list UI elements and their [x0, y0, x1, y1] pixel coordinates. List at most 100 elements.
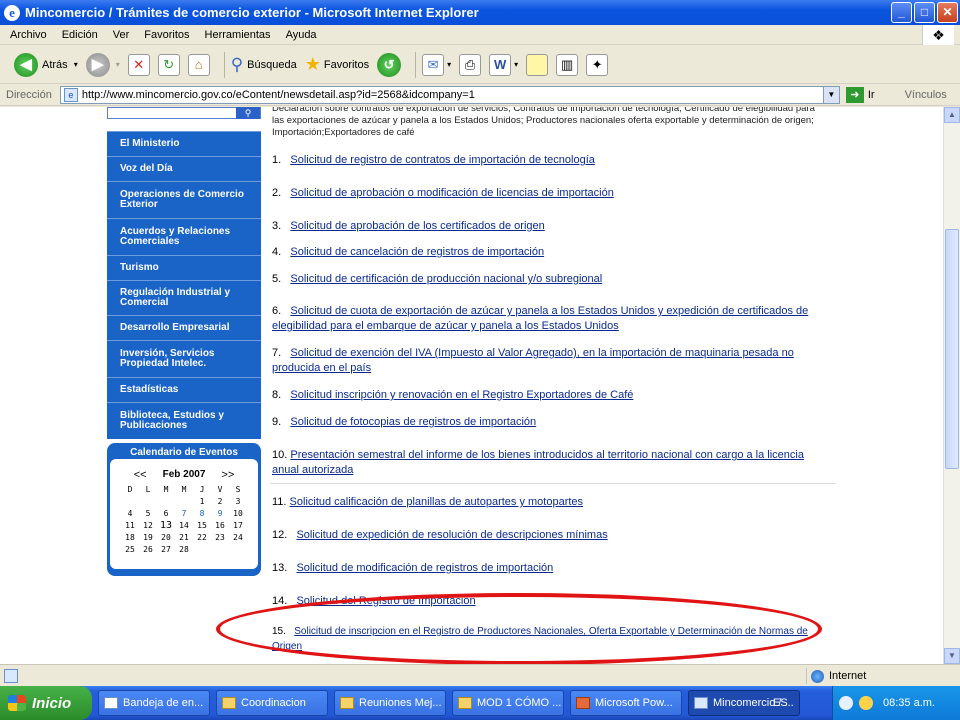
calendar-next-button[interactable]: >> — [221, 469, 234, 481]
nav-turismo[interactable]: Turismo — [107, 255, 261, 280]
start-button[interactable]: Inicio — [0, 686, 92, 720]
scroll-down-icon[interactable]: ▼ — [944, 648, 960, 664]
back-button[interactable]: ◀ Atrás ▾ — [14, 52, 78, 77]
calendar-day[interactable]: 19 — [139, 531, 157, 543]
close-button[interactable]: ✕ — [937, 2, 958, 23]
minimize-button[interactable]: _ — [891, 2, 912, 23]
calendar-day[interactable]: 14 — [175, 519, 193, 531]
item-link[interactable]: Solicitud de fotocopias de registros de … — [290, 416, 536, 428]
item-link[interactable]: Solicitud calificación de planillas de a… — [290, 496, 584, 508]
nav-regulacion-industrial[interactable]: Regulación Industrial y Comercial — [107, 280, 261, 315]
menu-favoritos[interactable]: Favoritos — [144, 29, 189, 41]
task-mod1[interactable]: MOD 1 CÓMO ... — [452, 690, 564, 716]
calendar-day-event[interactable]: 8 — [193, 507, 211, 519]
address-dropdown-icon[interactable]: ▼ — [822, 87, 839, 103]
menu-herramientas[interactable]: Herramientas — [205, 29, 271, 41]
calendar-day[interactable]: 3 — [229, 495, 247, 507]
forward-button[interactable]: ▶ ▾ — [85, 52, 120, 77]
back-dropdown-icon[interactable]: ▾ — [74, 60, 78, 69]
address-url[interactable]: http://www.mincomercio.gov.co/eContent/n… — [82, 89, 475, 101]
task-powerpoint[interactable]: Microsoft Pow... — [570, 690, 682, 716]
calendar-day[interactable]: 28 — [175, 543, 193, 555]
calendar-day-event[interactable]: 9 — [211, 507, 229, 519]
forward-dropdown-icon[interactable]: ▾ — [116, 60, 120, 69]
tray-network-icon[interactable] — [839, 696, 853, 710]
calendar-day[interactable]: 6 — [157, 507, 175, 519]
favorites-button[interactable]: ★ Favoritos — [305, 54, 369, 75]
calendar-day[interactable]: 27 — [157, 543, 175, 555]
history-button[interactable]: ↺ — [377, 52, 402, 77]
item-link[interactable]: Solicitud de aprobación o modificación d… — [290, 187, 613, 199]
site-search-input[interactable]: ⚲ — [107, 107, 261, 119]
calendar-day[interactable]: 20 — [157, 531, 175, 543]
item-link[interactable]: Solicitud de exención del IVA (Impuesto … — [272, 347, 794, 374]
task-reuniones[interactable]: Reuniones Mej... — [334, 690, 446, 716]
home-button[interactable]: ⌂ — [187, 53, 210, 76]
calendar-day[interactable]: 17 — [229, 519, 247, 531]
nav-operaciones-comercio-exterior[interactable]: Operaciones de Comercio Exterior — [107, 181, 261, 218]
item-link[interactable]: Solicitud de modificación de registros d… — [296, 562, 553, 574]
nav-acuerdos-relaciones[interactable]: Acuerdos y Relaciones Comerciales — [107, 218, 261, 255]
language-indicator[interactable]: ES — [773, 697, 788, 709]
nav-desarrollo-empresarial[interactable]: Desarrollo Empresarial — [107, 315, 261, 340]
edit-button[interactable]: W ▾ — [489, 53, 518, 76]
calendar-day[interactable]: 10 — [229, 507, 247, 519]
item-link[interactable]: Solicitud de registro de contratos de im… — [290, 154, 595, 166]
address-input[interactable]: e http://www.mincomercio.gov.co/eContent… — [59, 86, 840, 104]
calendar-day[interactable]: 26 — [139, 543, 157, 555]
calendar-day[interactable]: 23 — [211, 531, 229, 543]
calendar-day[interactable]: 1 — [193, 495, 211, 507]
tray-volume-icon[interactable] — [859, 696, 873, 710]
calendar-day[interactable]: 25 — [121, 543, 139, 555]
task-coordinacion[interactable]: Coordinacion — [216, 690, 328, 716]
scroll-thumb[interactable] — [945, 229, 959, 469]
menu-archivo[interactable]: Archivo — [10, 29, 47, 41]
item-link[interactable]: Solicitud de aprobación de los certifica… — [290, 220, 544, 232]
nav-el-ministerio[interactable]: El Ministerio — [107, 131, 261, 156]
maximize-button[interactable]: □ — [914, 2, 935, 23]
calendar-day[interactable]: 11 — [121, 519, 139, 531]
links-label[interactable]: Vínculos — [905, 89, 947, 101]
calendar-day-today[interactable]: 13 — [157, 519, 175, 531]
task-bandeja[interactable]: Bandeja de en... — [98, 690, 210, 716]
calendar-day-event[interactable]: 7 — [175, 507, 193, 519]
title-bar[interactable]: e Mincomercio / Trámites de comercio ext… — [0, 0, 960, 25]
stop-button[interactable]: ✕ — [127, 53, 150, 76]
vertical-scrollbar[interactable]: ▲ ▼ — [943, 107, 960, 664]
item-link[interactable]: Solicitud de expedición de resolución de… — [296, 529, 607, 541]
nav-inversion-servicios[interactable]: Inversión, Servicios Propiedad Intelec. — [107, 340, 261, 377]
calendar-day[interactable]: 12 — [139, 519, 157, 531]
calendar-day[interactable]: 21 — [175, 531, 193, 543]
research-button[interactable]: ▥ — [556, 53, 579, 76]
go-button[interactable]: ➜ Ir — [845, 87, 875, 103]
calendar-day[interactable]: 5 — [139, 507, 157, 519]
item-link[interactable]: Presentación semestral del informe de lo… — [272, 449, 804, 476]
discuss-button[interactable] — [526, 53, 549, 76]
messenger-button[interactable]: ✦ — [586, 53, 609, 76]
calendar-day[interactable]: 2 — [211, 495, 229, 507]
item-link[interactable]: Solicitud inscripción y renovación en el… — [290, 389, 633, 401]
calendar-day[interactable]: 15 — [193, 519, 211, 531]
calendar-day[interactable]: 24 — [229, 531, 247, 543]
menu-edicion[interactable]: Edición — [62, 29, 98, 41]
menu-ver[interactable]: Ver — [113, 29, 130, 41]
menu-ayuda[interactable]: Ayuda — [286, 29, 317, 41]
print-icon: ⎙ — [459, 53, 482, 76]
mail-button[interactable]: ✉ ▾ — [422, 53, 451, 76]
calendar-day[interactable]: 16 — [211, 519, 229, 531]
nav-estadisticas[interactable]: Estadísticas — [107, 377, 261, 402]
calendar-day[interactable]: 22 — [193, 531, 211, 543]
item-link[interactable]: Solicitud de certificación de producción… — [290, 273, 602, 285]
calendar-day[interactable]: 4 — [121, 507, 139, 519]
scroll-up-icon[interactable]: ▲ — [944, 107, 960, 123]
calendar-day[interactable]: 18 — [121, 531, 139, 543]
refresh-button[interactable]: ↻ — [157, 53, 180, 76]
nav-biblioteca[interactable]: Biblioteca, Estudios y Publicaciones — [107, 402, 261, 439]
item-link[interactable]: Solicitud de cuota de exportación de azú… — [272, 305, 808, 332]
print-button[interactable]: ⎙ — [459, 53, 482, 76]
calendar-prev-button[interactable]: << — [134, 469, 147, 481]
search-button[interactable]: ⚲ Búsqueda — [231, 55, 297, 75]
site-search-icon[interactable]: ⚲ — [236, 107, 260, 119]
nav-voz-del-dia[interactable]: Voz del Día — [107, 156, 261, 181]
item-link[interactable]: Solicitud de cancelación de registros de… — [290, 246, 544, 258]
